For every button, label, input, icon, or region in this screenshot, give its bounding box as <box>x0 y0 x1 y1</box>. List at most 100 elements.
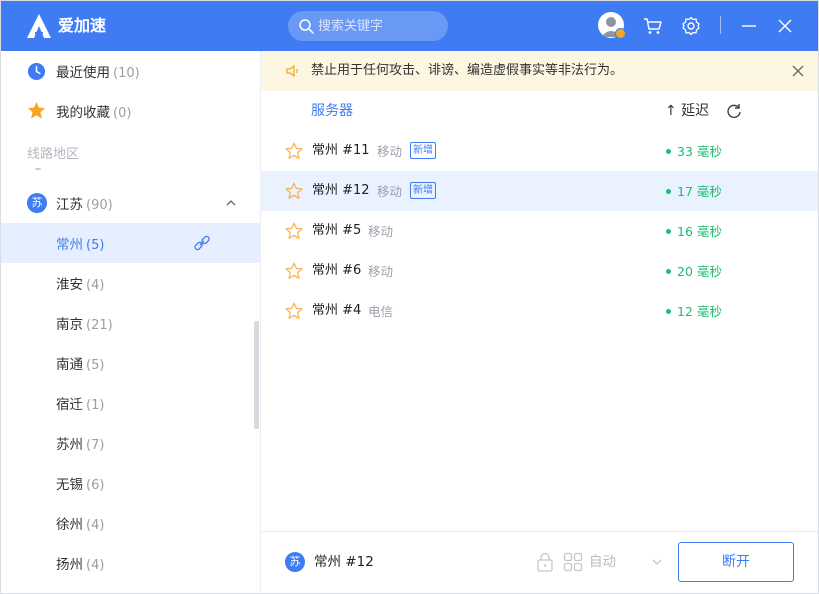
chevron-down-icon[interactable] <box>651 556 663 568</box>
server-name: 常州 #4 <box>312 303 362 318</box>
sidebar-item-city[interactable]: 南通 (5) <box>1 343 260 383</box>
latency-value: 17 毫秒 <box>666 183 722 200</box>
sidebar-item-label: 最近使用 <box>56 65 110 81</box>
sidebar-item-city[interactable]: 徐州 (4) <box>1 503 260 543</box>
vip-badge-icon <box>615 28 626 39</box>
sidebar: 最近使用 (10) 我的收藏 (0) 线路地区 苏 江苏 (90) 常州 (5) 淮安 (4… <box>1 51 260 593</box>
sidebar-item-city[interactable]: 常州 (5) <box>1 223 260 263</box>
speaker-icon <box>286 65 298 77</box>
star-outline-icon[interactable] <box>285 302 303 320</box>
city-text: 无锡 (6) <box>56 473 104 493</box>
latency-dot-icon <box>666 269 671 274</box>
sidebar-item-label: 我的收藏 <box>56 105 110 121</box>
sidebar-item-count: (4) <box>86 518 105 533</box>
sidebar-item-recent[interactable]: 最近使用 (10) <box>1 51 260 91</box>
sidebar-item-province-jiangsu[interactable]: 苏 江苏 (90) <box>1 183 260 223</box>
app-logo-icon <box>27 14 51 38</box>
city-text: 南京 (21) <box>56 313 113 333</box>
sidebar-scrollbar[interactable] <box>254 321 259 429</box>
sidebar-item-city[interactable]: 宿迁 (1) <box>1 383 260 423</box>
sidebar-item-city[interactable]: 扬州 (4) <box>1 543 260 583</box>
main-panel: 禁止用于任何攻击、诽谤、编造虚假事实等非法行为。 服务器 ↑ 延迟 常州 #11… <box>260 51 818 593</box>
search-input[interactable] <box>318 16 438 36</box>
region-divider <box>35 168 41 170</box>
sidebar-item-count: (10) <box>113 66 140 81</box>
star-outline-icon[interactable] <box>285 182 303 200</box>
chevron-up-icon <box>226 200 236 206</box>
sidebar-item-count: (1) <box>86 398 105 413</box>
server-name: 常州 #12 <box>312 183 370 198</box>
server-row[interactable]: 常州 #6 移动 20 毫秒 <box>261 251 818 291</box>
province-badge: 苏 <box>285 552 305 572</box>
sidebar-item-city[interactable]: 苏州 (7) <box>1 423 260 463</box>
new-badge: 新增 <box>410 182 436 199</box>
city-text: 南通 (5) <box>56 353 104 373</box>
city-text: 苏州 (7) <box>56 433 104 453</box>
titlebar-divider <box>720 16 721 34</box>
sidebar-item-label: 常州 <box>56 237 83 253</box>
sidebar-item-count: (6) <box>86 478 105 493</box>
minimize-button[interactable] <box>735 12 763 40</box>
sort-latency-button[interactable]: ↑ 延迟 <box>665 102 709 120</box>
latency-text: 16 毫秒 <box>677 224 722 239</box>
mode-select[interactable]: 自动 <box>589 553 616 571</box>
sidebar-item-city[interactable]: 无锡 (6) <box>1 463 260 503</box>
server-name: 常州 #5 <box>312 223 362 238</box>
disconnect-button[interactable]: 断开 <box>678 542 794 582</box>
server-row[interactable]: 常州 #5 移动 16 毫秒 <box>261 211 818 251</box>
server-row[interactable]: 常州 #12 移动 新增 17 毫秒 <box>261 171 818 211</box>
close-button[interactable] <box>771 12 799 40</box>
city-text: 淮安 (4) <box>56 273 104 293</box>
sidebar-item-label: 苏州 <box>56 437 83 453</box>
sidebar-item-label: 无锡 <box>56 477 83 493</box>
star-outline-icon[interactable] <box>285 262 303 280</box>
sidebar-item-count: (21) <box>86 318 113 333</box>
latency-text: 17 毫秒 <box>677 184 722 199</box>
sidebar-item-count: (4) <box>86 558 105 573</box>
sidebar-item-count: (5) <box>86 358 105 373</box>
server-isp: 电信 <box>368 304 394 319</box>
sidebar-item-city[interactable]: 淮安 (4) <box>1 263 260 303</box>
sidebar-item-count: (90) <box>86 198 113 213</box>
lock-icon[interactable] <box>536 552 554 572</box>
sidebar-item-count: (0) <box>113 106 132 121</box>
current-server-name: 常州 #12 <box>314 554 374 570</box>
latency-dot-icon <box>666 149 671 154</box>
connected-link-icon <box>194 235 210 251</box>
sidebar-item-label: 江苏 <box>56 197 83 213</box>
gear-icon <box>682 16 700 36</box>
notice-text: 禁止用于任何攻击、诽谤、编造虚假事实等非法行为。 <box>311 63 624 78</box>
search-icon <box>299 19 314 34</box>
latency-value: 33 毫秒 <box>666 143 722 160</box>
settings-button[interactable] <box>677 12 705 40</box>
cart-button[interactable] <box>639 12 667 40</box>
search-box[interactable] <box>288 11 448 41</box>
latency-value: 16 毫秒 <box>666 223 722 240</box>
sidebar-item-city[interactable]: 南京 (21) <box>1 303 260 343</box>
clock-icon <box>27 62 46 81</box>
close-icon <box>778 19 792 33</box>
sidebar-item-label: 淮安 <box>56 277 83 293</box>
sidebar-item-label: 南通 <box>56 357 83 373</box>
star-outline-icon[interactable] <box>285 222 303 240</box>
sidebar-item-label: 徐州 <box>56 517 83 533</box>
minimize-icon <box>742 25 756 27</box>
city-text: 宿迁 (1) <box>56 393 104 413</box>
server-row[interactable]: 常州 #11 移动 新增 33 毫秒 <box>261 131 818 171</box>
sidebar-item-label: 扬州 <box>56 557 83 573</box>
sidebar-item-count: (4) <box>86 278 105 293</box>
latency-dot-icon <box>666 189 671 194</box>
close-icon[interactable] <box>791 64 805 78</box>
sidebar-item-favorites[interactable]: 我的收藏 (0) <box>1 91 260 131</box>
latency-text: 12 毫秒 <box>677 304 722 319</box>
region-header: 线路地区 <box>27 147 80 162</box>
latency-dot-icon <box>666 229 671 234</box>
latency-text: 33 毫秒 <box>677 144 722 159</box>
province-badge: 苏 <box>27 193 47 213</box>
cart-icon <box>644 18 662 34</box>
refresh-icon[interactable] <box>725 102 743 120</box>
server-row[interactable]: 常州 #4 电信 12 毫秒 <box>261 291 818 331</box>
title-bar: 爱加速 <box>1 1 818 51</box>
server-isp: 移动 <box>368 264 394 279</box>
star-outline-icon[interactable] <box>285 142 303 160</box>
